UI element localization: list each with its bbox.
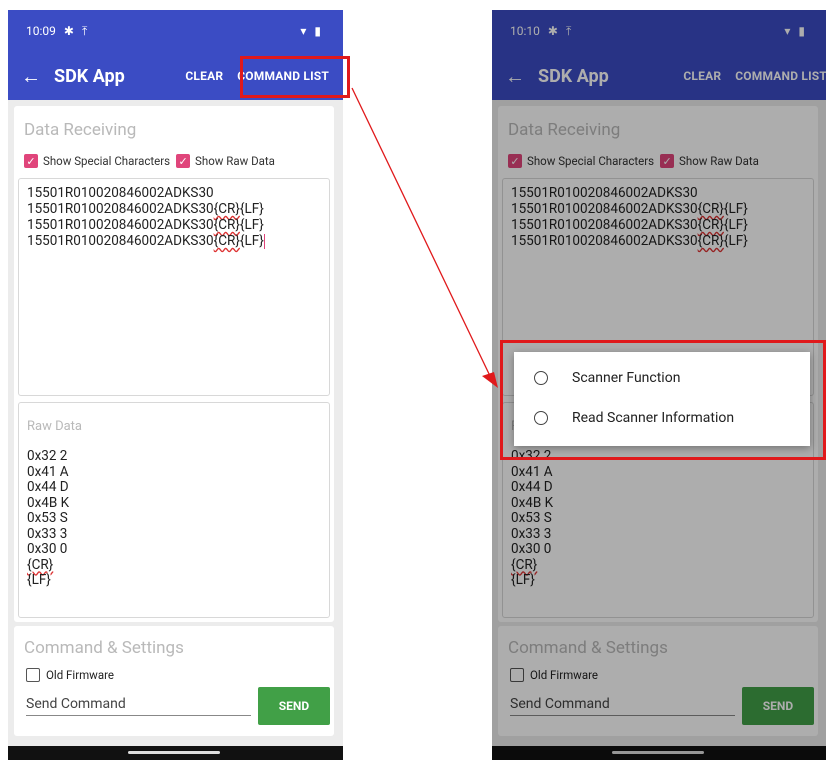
callout-arrow bbox=[351, 87, 498, 388]
arrow-head-icon bbox=[482, 372, 498, 388]
callout-line bbox=[351, 87, 492, 379]
